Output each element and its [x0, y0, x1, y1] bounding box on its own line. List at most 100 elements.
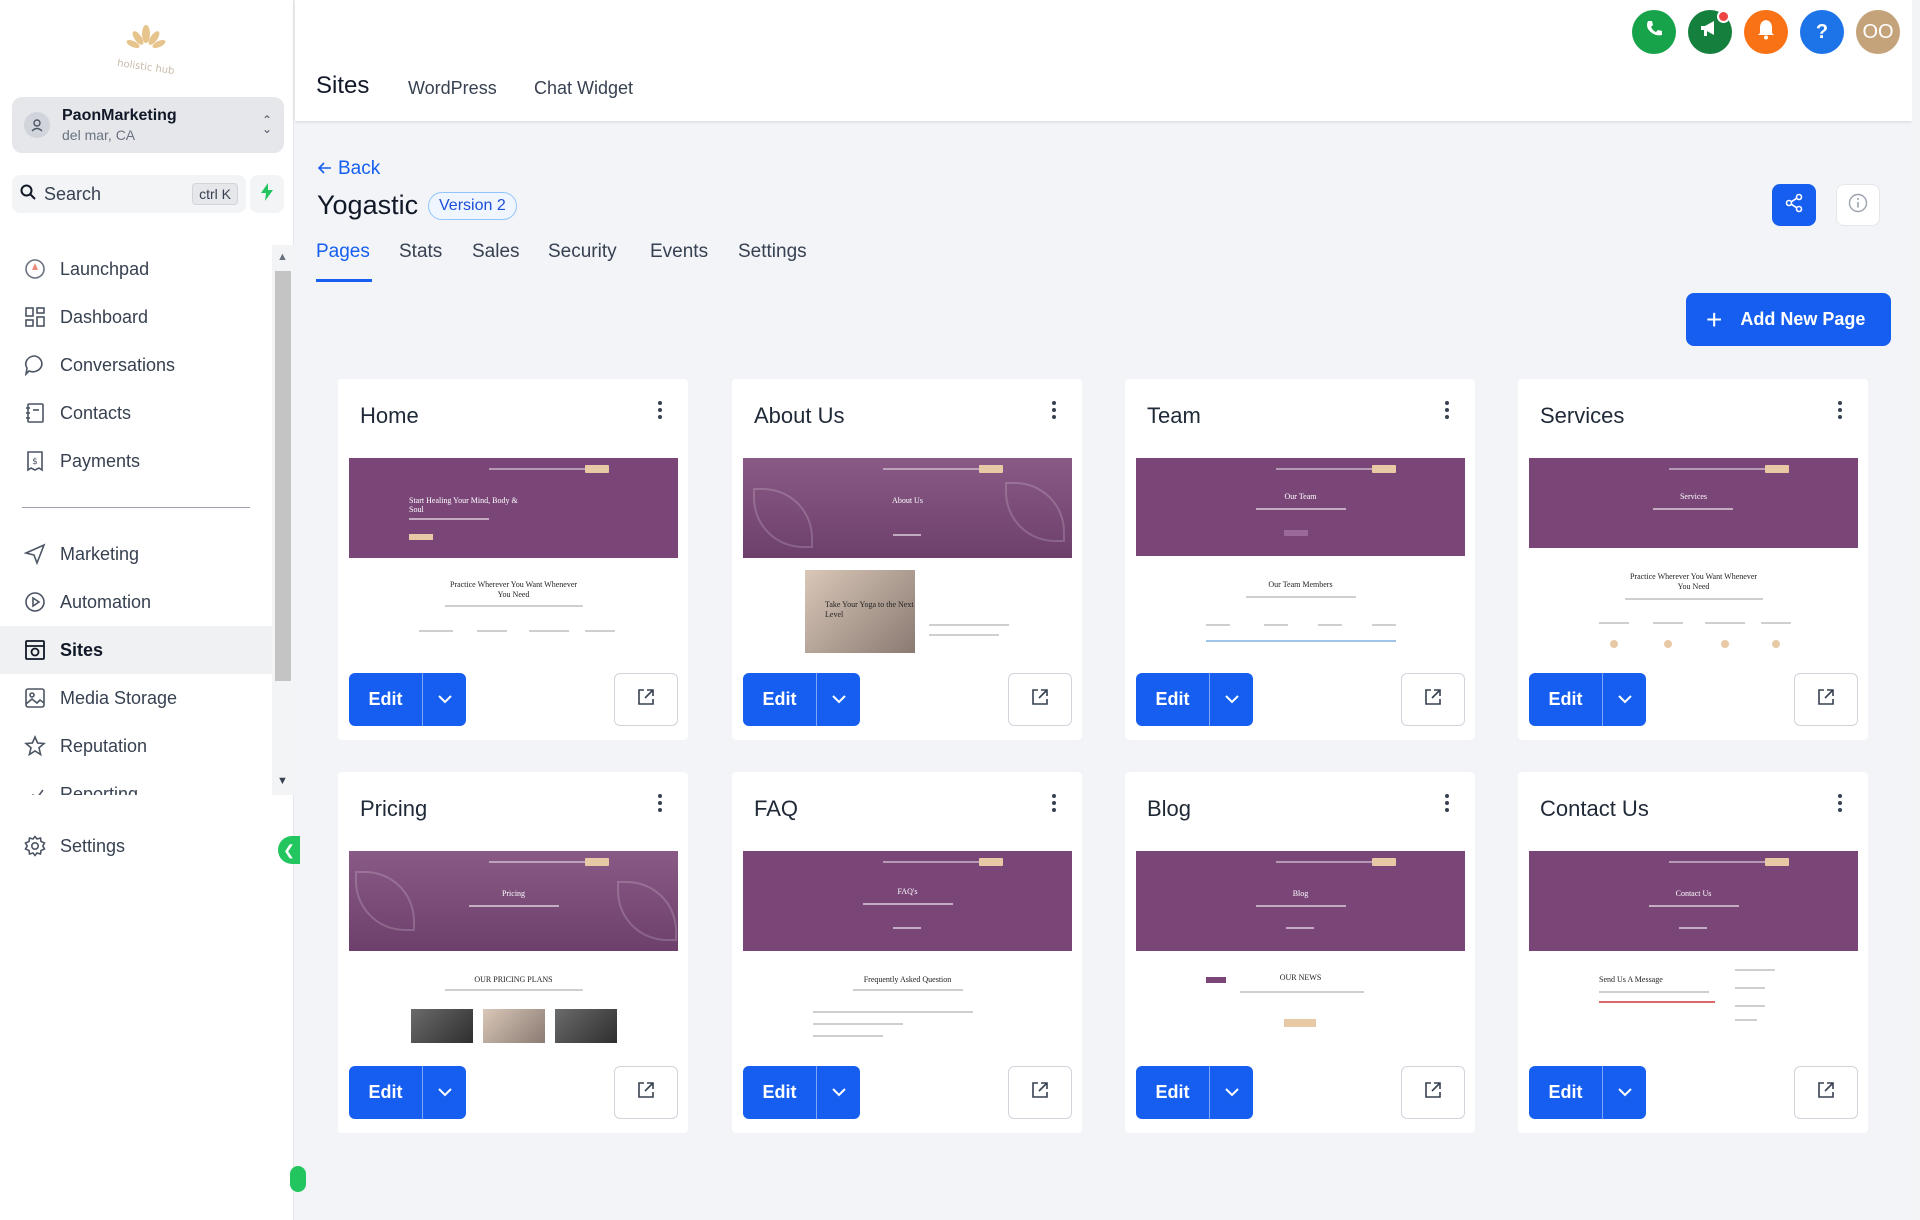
edit-button[interactable]: Edit: [743, 673, 817, 726]
edit-button-group[interactable]: Edit: [1529, 673, 1646, 726]
chevron-down-icon[interactable]: [1603, 1088, 1646, 1097]
edit-button[interactable]: Edit: [1529, 1066, 1603, 1119]
preview-text-line: [1653, 622, 1683, 624]
more-options-icon[interactable]: [1445, 794, 1449, 812]
edit-button[interactable]: Edit: [349, 1066, 423, 1119]
collapse-sidebar-button[interactable]: ❮: [278, 836, 300, 864]
edit-button-group[interactable]: Edit: [743, 673, 860, 726]
open-in-new-tab-button[interactable]: [1794, 673, 1858, 726]
chevron-down-icon[interactable]: [817, 695, 860, 704]
page-preview-thumbnail[interactable]: About Us Take Your Yoga to the Next Leve…: [743, 458, 1072, 653]
user-avatar[interactable]: OO: [1856, 10, 1900, 54]
sidebar-item-dashboard[interactable]: Dashboard: [0, 293, 272, 341]
edit-button[interactable]: Edit: [743, 1066, 817, 1119]
preview-hero: Our Team: [1136, 458, 1465, 556]
page-preview-thumbnail[interactable]: Our Team Our Team Members: [1136, 458, 1465, 653]
phone-button[interactable]: [1632, 10, 1676, 54]
sidebar-item-reporting[interactable]: Reporting: [0, 770, 272, 795]
holistic-hub-logo[interactable]: holistic hub: [108, 20, 184, 77]
tab-settings[interactable]: Settings: [738, 241, 807, 263]
sidebar-item-marketing[interactable]: Marketing: [0, 530, 272, 578]
scroll-up-icon[interactable]: ▲: [277, 251, 288, 263]
sidebar-item-settings[interactable]: Settings: [0, 822, 272, 870]
preview-section-title: OUR NEWS: [1279, 973, 1322, 982]
sidebar-item-automation[interactable]: Automation: [0, 578, 272, 626]
preview-hero-title: Pricing: [501, 889, 526, 898]
edit-button[interactable]: Edit: [1136, 1066, 1210, 1119]
sidebar-item-launchpad[interactable]: Launchpad: [0, 245, 272, 293]
open-in-new-tab-button[interactable]: [1008, 1066, 1072, 1119]
edit-button-group[interactable]: Edit: [1529, 1066, 1646, 1119]
chevron-down-icon[interactable]: [423, 1088, 466, 1097]
page-preview-thumbnail[interactable]: Services Practice Wherever You Want When…: [1529, 458, 1858, 653]
notifications-button[interactable]: [1744, 10, 1788, 54]
more-options-icon[interactable]: [658, 401, 662, 419]
edit-button-group[interactable]: Edit: [743, 1066, 860, 1119]
more-options-icon[interactable]: [658, 794, 662, 812]
page-scrollbar[interactable]: [1912, 0, 1920, 1220]
account-switcher[interactable]: PaonMarketing del mar, CA ⌃ ⌄: [12, 97, 284, 153]
page-preview-thumbnail[interactable]: Blog OUR NEWS: [1136, 851, 1465, 1046]
tab-sales[interactable]: Sales: [472, 241, 520, 263]
edit-button[interactable]: Edit: [1529, 673, 1603, 726]
chevron-down-icon[interactable]: [1210, 695, 1253, 704]
open-in-new-tab-button[interactable]: [1401, 673, 1465, 726]
sidebar-scrollbar[interactable]: ▲ ▼: [272, 245, 294, 795]
edit-button-group[interactable]: Edit: [1136, 673, 1253, 726]
tab-wordpress[interactable]: WordPress: [408, 78, 497, 99]
page-preview-thumbnail[interactable]: Pricing OUR PRICING PLANS: [349, 851, 678, 1046]
announcements-button[interactable]: [1688, 10, 1732, 54]
share-button[interactable]: [1772, 184, 1816, 226]
tab-events[interactable]: Events: [650, 241, 708, 263]
edit-button-group[interactable]: Edit: [349, 673, 466, 726]
preview-text-line: [445, 605, 583, 607]
tab-stats[interactable]: Stats: [399, 241, 442, 263]
more-options-icon[interactable]: [1052, 794, 1056, 812]
sidebar-item-sites[interactable]: Sites: [0, 626, 272, 674]
sidebar-item-payments[interactable]: $ Payments: [0, 437, 272, 485]
tab-security[interactable]: Security: [548, 241, 617, 263]
chevron-down-icon[interactable]: [817, 1088, 860, 1097]
edit-button-group[interactable]: Edit: [349, 1066, 466, 1119]
preview-section-title: OUR PRICING PLANS: [474, 975, 553, 984]
sidebar-search[interactable]: Search ctrl K: [12, 175, 246, 213]
edit-button[interactable]: Edit: [349, 673, 423, 726]
scroll-down-icon[interactable]: ▼: [277, 775, 288, 787]
tab-pages[interactable]: Pages: [316, 241, 370, 263]
info-button[interactable]: [1836, 184, 1880, 226]
help-button[interactable]: ?: [1800, 10, 1844, 54]
page-preview-thumbnail[interactable]: Start Healing Your Mind, Body & Soul Pra…: [349, 458, 678, 653]
more-options-icon[interactable]: [1445, 401, 1449, 419]
sidebar-item-media-storage[interactable]: Media Storage: [0, 674, 272, 722]
scrollbar-thumb[interactable]: [275, 271, 291, 681]
open-in-new-tab-button[interactable]: [614, 673, 678, 726]
open-in-new-tab-button[interactable]: [1401, 1066, 1465, 1119]
chevron-down-icon[interactable]: [1210, 1088, 1253, 1097]
preview-section-title: Take Your Yoga to the Next Level: [825, 600, 914, 619]
chevron-down-icon[interactable]: [1603, 695, 1646, 704]
more-options-icon[interactable]: [1838, 401, 1842, 419]
tab-chat-widget[interactable]: Chat Widget: [534, 78, 633, 99]
search-label: Search: [44, 183, 102, 204]
sidebar-item-label: Payments: [60, 450, 141, 471]
sidebar-item-contacts[interactable]: Contacts: [0, 389, 272, 437]
more-options-icon[interactable]: [1052, 401, 1056, 419]
sidebar-item-label: Sites: [60, 639, 104, 660]
quick-actions-button[interactable]: [250, 175, 284, 213]
help-widget-toggle[interactable]: [290, 1166, 306, 1192]
open-in-new-tab-button[interactable]: [1008, 673, 1072, 726]
preview-text-line: [1318, 624, 1342, 626]
sidebar-item-conversations[interactable]: Conversations: [0, 341, 272, 389]
edit-button-group[interactable]: Edit: [1136, 1066, 1253, 1119]
back-link[interactable]: Back: [317, 158, 380, 180]
open-in-new-tab-button[interactable]: [1794, 1066, 1858, 1119]
edit-button[interactable]: Edit: [1136, 673, 1210, 726]
chevron-down-icon[interactable]: [423, 695, 466, 704]
open-in-new-tab-button[interactable]: [614, 1066, 678, 1119]
add-new-page-button[interactable]: + Add New Page: [1686, 293, 1891, 346]
page-preview-thumbnail[interactable]: FAQ's Frequently Asked Question: [743, 851, 1072, 1046]
page-preview-thumbnail[interactable]: Contact Us Send Us A Message: [1529, 851, 1858, 1046]
more-options-icon[interactable]: [1838, 794, 1842, 812]
preview-nav: [1276, 861, 1386, 863]
sidebar-item-reputation[interactable]: Reputation: [0, 722, 272, 770]
